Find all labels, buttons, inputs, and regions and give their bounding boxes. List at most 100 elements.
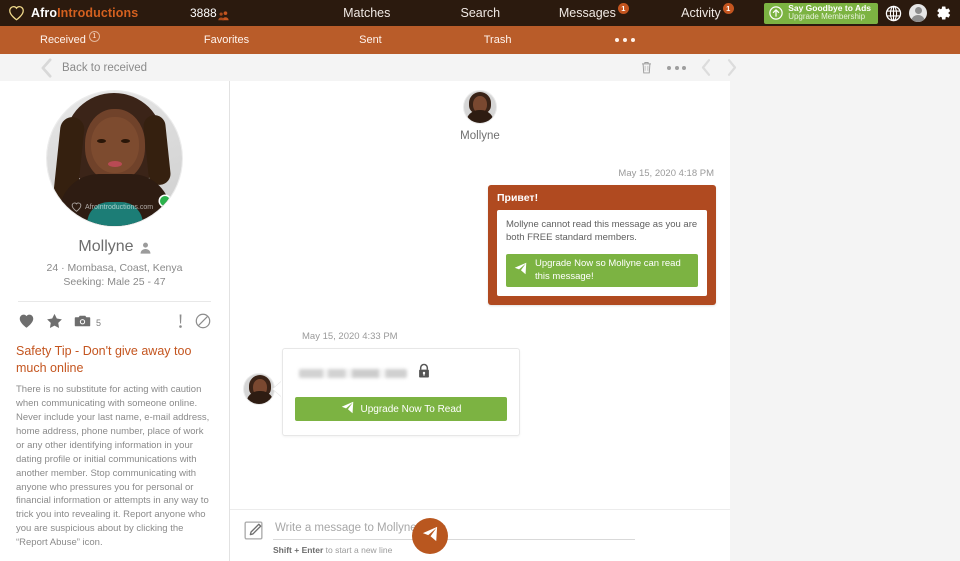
header-right-controls: Say Goodbye to Ads Upgrade Membership <box>764 3 960 24</box>
photo-count: 5 <box>96 318 101 329</box>
upgrade-membership-button[interactable]: Say Goodbye to Ads Upgrade Membership <box>764 3 878 24</box>
subnav-item-favorites[interactable]: Favorites <box>204 34 249 46</box>
message-composer: Shift + Enter to start a new line <box>230 509 730 561</box>
camera-icon[interactable] <box>74 314 91 328</box>
brand-name-secondary: Introductions <box>57 6 138 20</box>
subnav-item-received[interactable]: Received 1 <box>40 34 100 46</box>
member-count: 3888 <box>190 6 310 20</box>
blurred-message-text <box>299 369 407 378</box>
nav-link-search-label: Search <box>461 6 501 20</box>
account-avatar-icon[interactable] <box>909 4 927 22</box>
subnav-item-trash[interactable]: Trash <box>484 34 512 46</box>
messages-badge: 1 <box>618 3 629 14</box>
send-plane-icon <box>341 401 354 417</box>
send-button[interactable] <box>412 518 448 554</box>
subnav-sent-label: Sent <box>359 34 382 46</box>
report-icon[interactable] <box>177 313 184 329</box>
message-incoming: May 15, 2020 4:33 PM <box>244 331 716 436</box>
circle-arrow-up-icon <box>769 6 783 20</box>
subnav-ellipsis-icon[interactable] <box>615 38 635 42</box>
right-gutter <box>730 81 960 561</box>
safety-tip-body: There is no substitute for acting with c… <box>16 383 213 550</box>
nav-link-matches-label: Matches <box>343 6 390 20</box>
composer-hint: Shift + Enter to start a new line <box>244 545 716 555</box>
profile-sidebar: AfroIntroductions.com Mollyne 24 · Momba… <box>0 81 230 561</box>
conversation-panel: Mollyne May 15, 2020 4:18 PM Привет! Mol… <box>230 81 730 561</box>
outgoing-message-notice-card: Mollyne cannot read this message as you … <box>497 210 707 296</box>
nav-link-messages-label: Messages <box>559 6 616 20</box>
trash-icon[interactable] <box>640 60 653 75</box>
page-body: Back to received <box>0 54 960 561</box>
locked-message-preview <box>295 361 507 384</box>
upgrade-to-read-label: Upgrade Now To Read <box>361 404 462 415</box>
conversation-toolbar: Back to received <box>0 54 960 81</box>
upgrade-now-so-partner-can-read-button[interactable]: Upgrade Now so Mollyne can read this mes… <box>506 254 698 287</box>
bubble-tail <box>273 381 282 397</box>
activity-badge: 1 <box>723 3 734 14</box>
upgrade-cta-label: Upgrade Now so Mollyne can read this mes… <box>535 258 690 283</box>
nav-link-activity[interactable]: Activity 1 <box>651 6 765 20</box>
back-to-received-label: Back to received <box>62 62 147 74</box>
avatar[interactable] <box>464 91 496 123</box>
subnav-item-sent[interactable]: Sent <box>359 34 382 46</box>
nav-link-search[interactable]: Search <box>424 6 538 20</box>
profile-photo[interactable]: AfroIntroductions.com <box>47 91 182 226</box>
brand-logo[interactable]: AfroIntroductions <box>0 5 190 21</box>
chevron-left-icon <box>40 58 53 78</box>
upgrade-button-text: Say Goodbye to Ads Upgrade Membership <box>788 4 871 21</box>
composer-hint-shortcut: Shift + Enter <box>273 545 323 555</box>
subnav-favorites-label: Favorites <box>204 34 249 46</box>
back-to-received-button[interactable]: Back to received <box>0 58 147 78</box>
conversation-partner-name: Mollyne <box>460 130 500 142</box>
message-outgoing: May 15, 2020 4:18 PM Привет! Mollyne can… <box>244 168 716 305</box>
incoming-message-bubble: Upgrade Now To Read <box>282 348 520 436</box>
message-timestamp: May 15, 2020 4:33 PM <box>244 331 716 342</box>
send-plane-icon <box>514 262 527 280</box>
conversation-header: Mollyne <box>244 81 716 142</box>
more-options-icon[interactable] <box>667 66 686 70</box>
mailbox-subnav: Received 1 Favorites Sent Trash <box>0 26 960 54</box>
conversation-actions <box>640 58 738 77</box>
upgrade-now-to-read-button[interactable]: Upgrade Now To Read <box>295 397 507 421</box>
nav-link-messages[interactable]: Messages 1 <box>537 6 651 20</box>
profile-name-row: Mollyne <box>0 238 229 256</box>
globe-icon[interactable] <box>885 5 902 22</box>
nav-link-matches[interactable]: Matches <box>310 6 424 20</box>
safety-tip-title: Safety Tip - Don't give away too much on… <box>16 343 213 376</box>
top-header-bar: AfroIntroductions 3888 Matches Search Me… <box>0 0 960 26</box>
nav-link-activity-label: Activity <box>681 6 721 20</box>
upgrade-line-2: Upgrade Membership <box>788 13 871 21</box>
message-input[interactable] <box>273 522 635 540</box>
photo-watermark: AfroIntroductions.com <box>71 202 153 212</box>
lock-icon <box>417 363 431 384</box>
content-columns: AfroIntroductions.com Mollyne 24 · Momba… <box>0 81 960 561</box>
previous-message-icon[interactable] <box>700 58 712 77</box>
heart-icon[interactable] <box>18 313 35 329</box>
composer-hint-text: to start a new line <box>323 545 392 555</box>
message-timestamp: May 15, 2020 4:18 PM <box>618 168 716 179</box>
send-plane-icon <box>422 526 438 547</box>
next-message-icon[interactable] <box>726 58 738 77</box>
brand-name: AfroIntroductions <box>31 6 138 20</box>
block-icon[interactable] <box>195 313 211 329</box>
gear-icon[interactable] <box>934 4 952 22</box>
profile-meta-location: 24 · Mombasa, Coast, Kenya <box>0 261 229 275</box>
profile-action-icons: 5 <box>18 301 211 329</box>
subnav-trash-label: Trash <box>484 34 512 46</box>
message-list[interactable]: Mollyne May 15, 2020 4:18 PM Привет! Mol… <box>230 81 730 509</box>
profile-meta-seeking: Seeking: Male 25 - 47 <box>0 275 229 289</box>
photo-watermark-text: AfroIntroductions.com <box>85 204 153 211</box>
outgoing-message-text: Привет! <box>497 192 707 204</box>
member-count-value: 3888 <box>190 6 217 20</box>
outgoing-message-bubble: Привет! Mollyne cannot read this message… <box>488 185 716 305</box>
profile-photo-wrapper: AfroIntroductions.com <box>0 91 229 226</box>
avatar[interactable] <box>244 374 274 404</box>
subnav-received-label: Received <box>40 34 86 46</box>
star-icon[interactable] <box>46 313 63 329</box>
person-icon <box>140 241 151 253</box>
heart-outline-icon <box>8 5 25 21</box>
outgoing-message-notice: Mollyne cannot read this message as you … <box>506 218 698 245</box>
brand-name-primary: Afro <box>31 6 57 20</box>
compose-pencil-icon <box>244 521 263 540</box>
safety-tip-section: Safety Tip - Don't give away too much on… <box>0 329 229 561</box>
